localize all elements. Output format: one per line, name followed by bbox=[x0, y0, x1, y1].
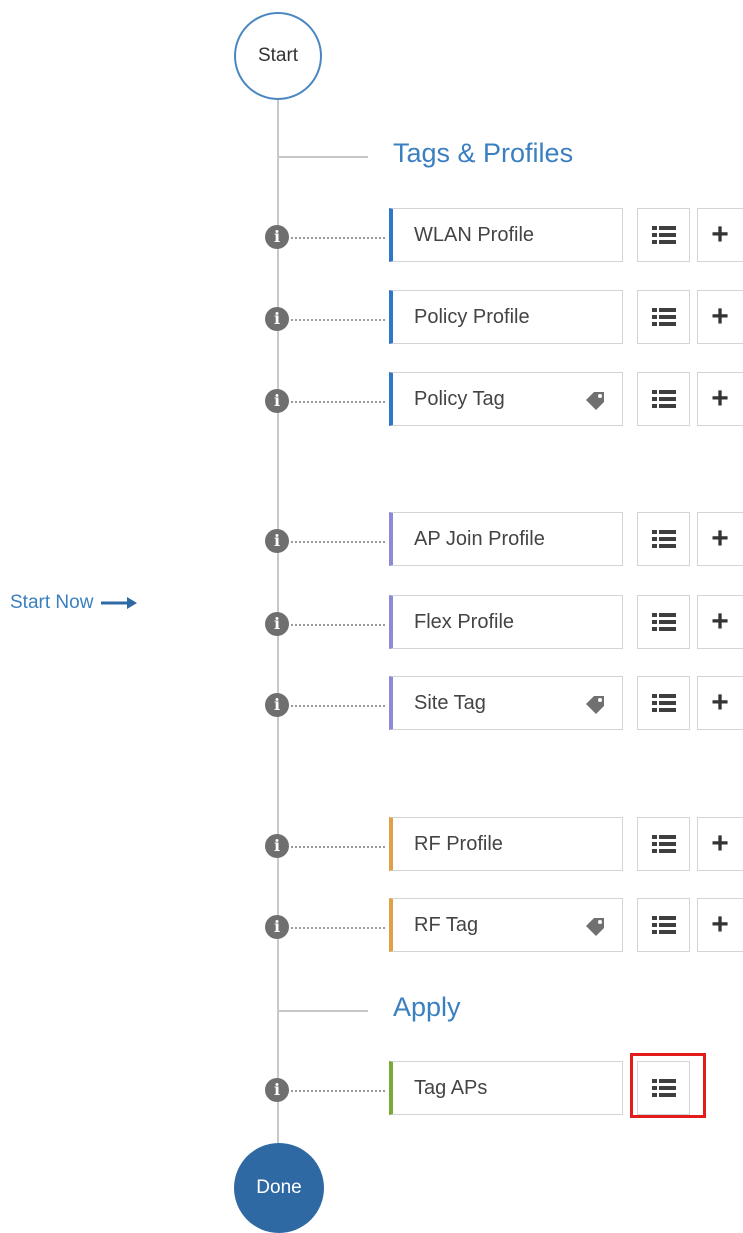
row-policy-profile: i Policy Profile + bbox=[0, 290, 743, 346]
tag-icon bbox=[586, 392, 604, 410]
start-node: Start bbox=[234, 12, 322, 100]
dotted-connector bbox=[291, 319, 385, 321]
info-icon[interactable]: i bbox=[265, 834, 289, 858]
plus-icon: + bbox=[711, 686, 729, 719]
ap-join-profile-add-button[interactable]: + bbox=[697, 512, 743, 566]
tags-profiles-heading: Tags & Profiles bbox=[393, 138, 574, 168]
policy-tag-box[interactable]: Policy Tag bbox=[389, 372, 623, 426]
rf-tag-add-button[interactable]: + bbox=[697, 898, 743, 952]
plus-icon: + bbox=[711, 382, 729, 415]
flex-profile-list-button[interactable] bbox=[637, 595, 690, 649]
tags-profiles-connector bbox=[278, 156, 368, 158]
policy-tag-add-button[interactable]: + bbox=[697, 372, 743, 426]
dotted-connector bbox=[291, 401, 385, 403]
list-icon bbox=[651, 530, 676, 548]
info-icon[interactable]: i bbox=[265, 693, 289, 717]
info-icon[interactable]: i bbox=[265, 307, 289, 331]
dotted-connector bbox=[291, 705, 385, 707]
flex-profile-add-button[interactable]: + bbox=[697, 595, 743, 649]
info-icon[interactable]: i bbox=[265, 529, 289, 553]
rf-profile-list-button[interactable] bbox=[637, 817, 690, 871]
dotted-connector bbox=[291, 846, 385, 848]
apply-heading: Apply bbox=[393, 992, 461, 1022]
plus-icon: + bbox=[711, 522, 729, 555]
info-icon[interactable]: i bbox=[265, 915, 289, 939]
wlan-profile-box[interactable]: WLAN Profile bbox=[389, 208, 623, 262]
item-label: Site Tag bbox=[414, 691, 486, 714]
row-rf-profile: i RF Profile + bbox=[0, 817, 743, 873]
done-label: Done bbox=[256, 1177, 302, 1198]
row-ap-join-profile: i AP Join Profile + bbox=[0, 512, 743, 568]
info-icon[interactable]: i bbox=[265, 225, 289, 249]
info-icon[interactable]: i bbox=[265, 389, 289, 413]
wlan-profile-list-button[interactable] bbox=[637, 208, 690, 262]
plus-icon: + bbox=[711, 218, 729, 251]
flex-profile-box[interactable]: Flex Profile bbox=[389, 595, 623, 649]
policy-profile-box[interactable]: Policy Profile bbox=[389, 290, 623, 344]
rf-profile-box[interactable]: RF Profile bbox=[389, 817, 623, 871]
item-label: Policy Profile bbox=[414, 305, 530, 328]
list-icon bbox=[651, 694, 676, 712]
policy-tag-list-button[interactable] bbox=[637, 372, 690, 426]
apply-connector bbox=[278, 1010, 368, 1012]
policy-profile-list-button[interactable] bbox=[637, 290, 690, 344]
row-site-tag: i Site Tag + bbox=[0, 676, 743, 732]
plus-icon: + bbox=[711, 300, 729, 333]
row-flex-profile: i Flex Profile + bbox=[0, 595, 743, 651]
list-icon bbox=[651, 390, 676, 408]
list-icon bbox=[651, 835, 676, 853]
info-icon[interactable]: i bbox=[265, 1078, 289, 1102]
row-wlan-profile: i WLAN Profile + bbox=[0, 208, 743, 264]
item-label: WLAN Profile bbox=[414, 223, 535, 246]
dotted-connector bbox=[291, 237, 385, 239]
row-policy-tag: i Policy Tag + bbox=[0, 372, 743, 428]
ap-join-profile-list-button[interactable] bbox=[637, 512, 690, 566]
tag-icon bbox=[586, 918, 604, 936]
wlan-profile-add-button[interactable]: + bbox=[697, 208, 743, 262]
row-rf-tag: i RF Tag + bbox=[0, 898, 743, 954]
list-icon bbox=[651, 308, 676, 326]
dotted-connector bbox=[291, 541, 385, 543]
rf-tag-box[interactable]: RF Tag bbox=[389, 898, 623, 952]
site-tag-add-button[interactable]: + bbox=[697, 676, 743, 730]
highlight-box bbox=[630, 1053, 706, 1118]
start-label: Start bbox=[257, 45, 299, 66]
list-icon bbox=[651, 613, 676, 631]
dotted-connector bbox=[291, 624, 385, 626]
plus-icon: + bbox=[711, 908, 729, 941]
info-icon[interactable]: i bbox=[265, 612, 289, 636]
site-tag-box[interactable]: Site Tag bbox=[389, 676, 623, 730]
dotted-connector bbox=[291, 1090, 385, 1092]
rf-tag-list-button[interactable] bbox=[637, 898, 690, 952]
item-label: AP Join Profile bbox=[414, 527, 545, 550]
item-label: RF Tag bbox=[414, 913, 479, 936]
list-icon bbox=[651, 916, 676, 934]
site-tag-list-button[interactable] bbox=[637, 676, 690, 730]
ap-join-profile-box[interactable]: AP Join Profile bbox=[389, 512, 623, 566]
item-label: Tag APs bbox=[414, 1076, 488, 1099]
plus-icon: + bbox=[711, 605, 729, 638]
item-label: RF Profile bbox=[414, 832, 503, 855]
item-label: Flex Profile bbox=[414, 610, 515, 633]
done-node: Done bbox=[234, 1143, 324, 1233]
plus-icon: + bbox=[711, 827, 729, 860]
list-icon bbox=[651, 226, 676, 244]
rf-profile-add-button[interactable]: + bbox=[697, 817, 743, 871]
dotted-connector bbox=[291, 927, 385, 929]
policy-profile-add-button[interactable]: + bbox=[697, 290, 743, 344]
item-label: Policy Tag bbox=[414, 387, 505, 410]
tag-aps-box[interactable]: Tag APs bbox=[389, 1061, 623, 1115]
tag-icon bbox=[586, 696, 604, 714]
